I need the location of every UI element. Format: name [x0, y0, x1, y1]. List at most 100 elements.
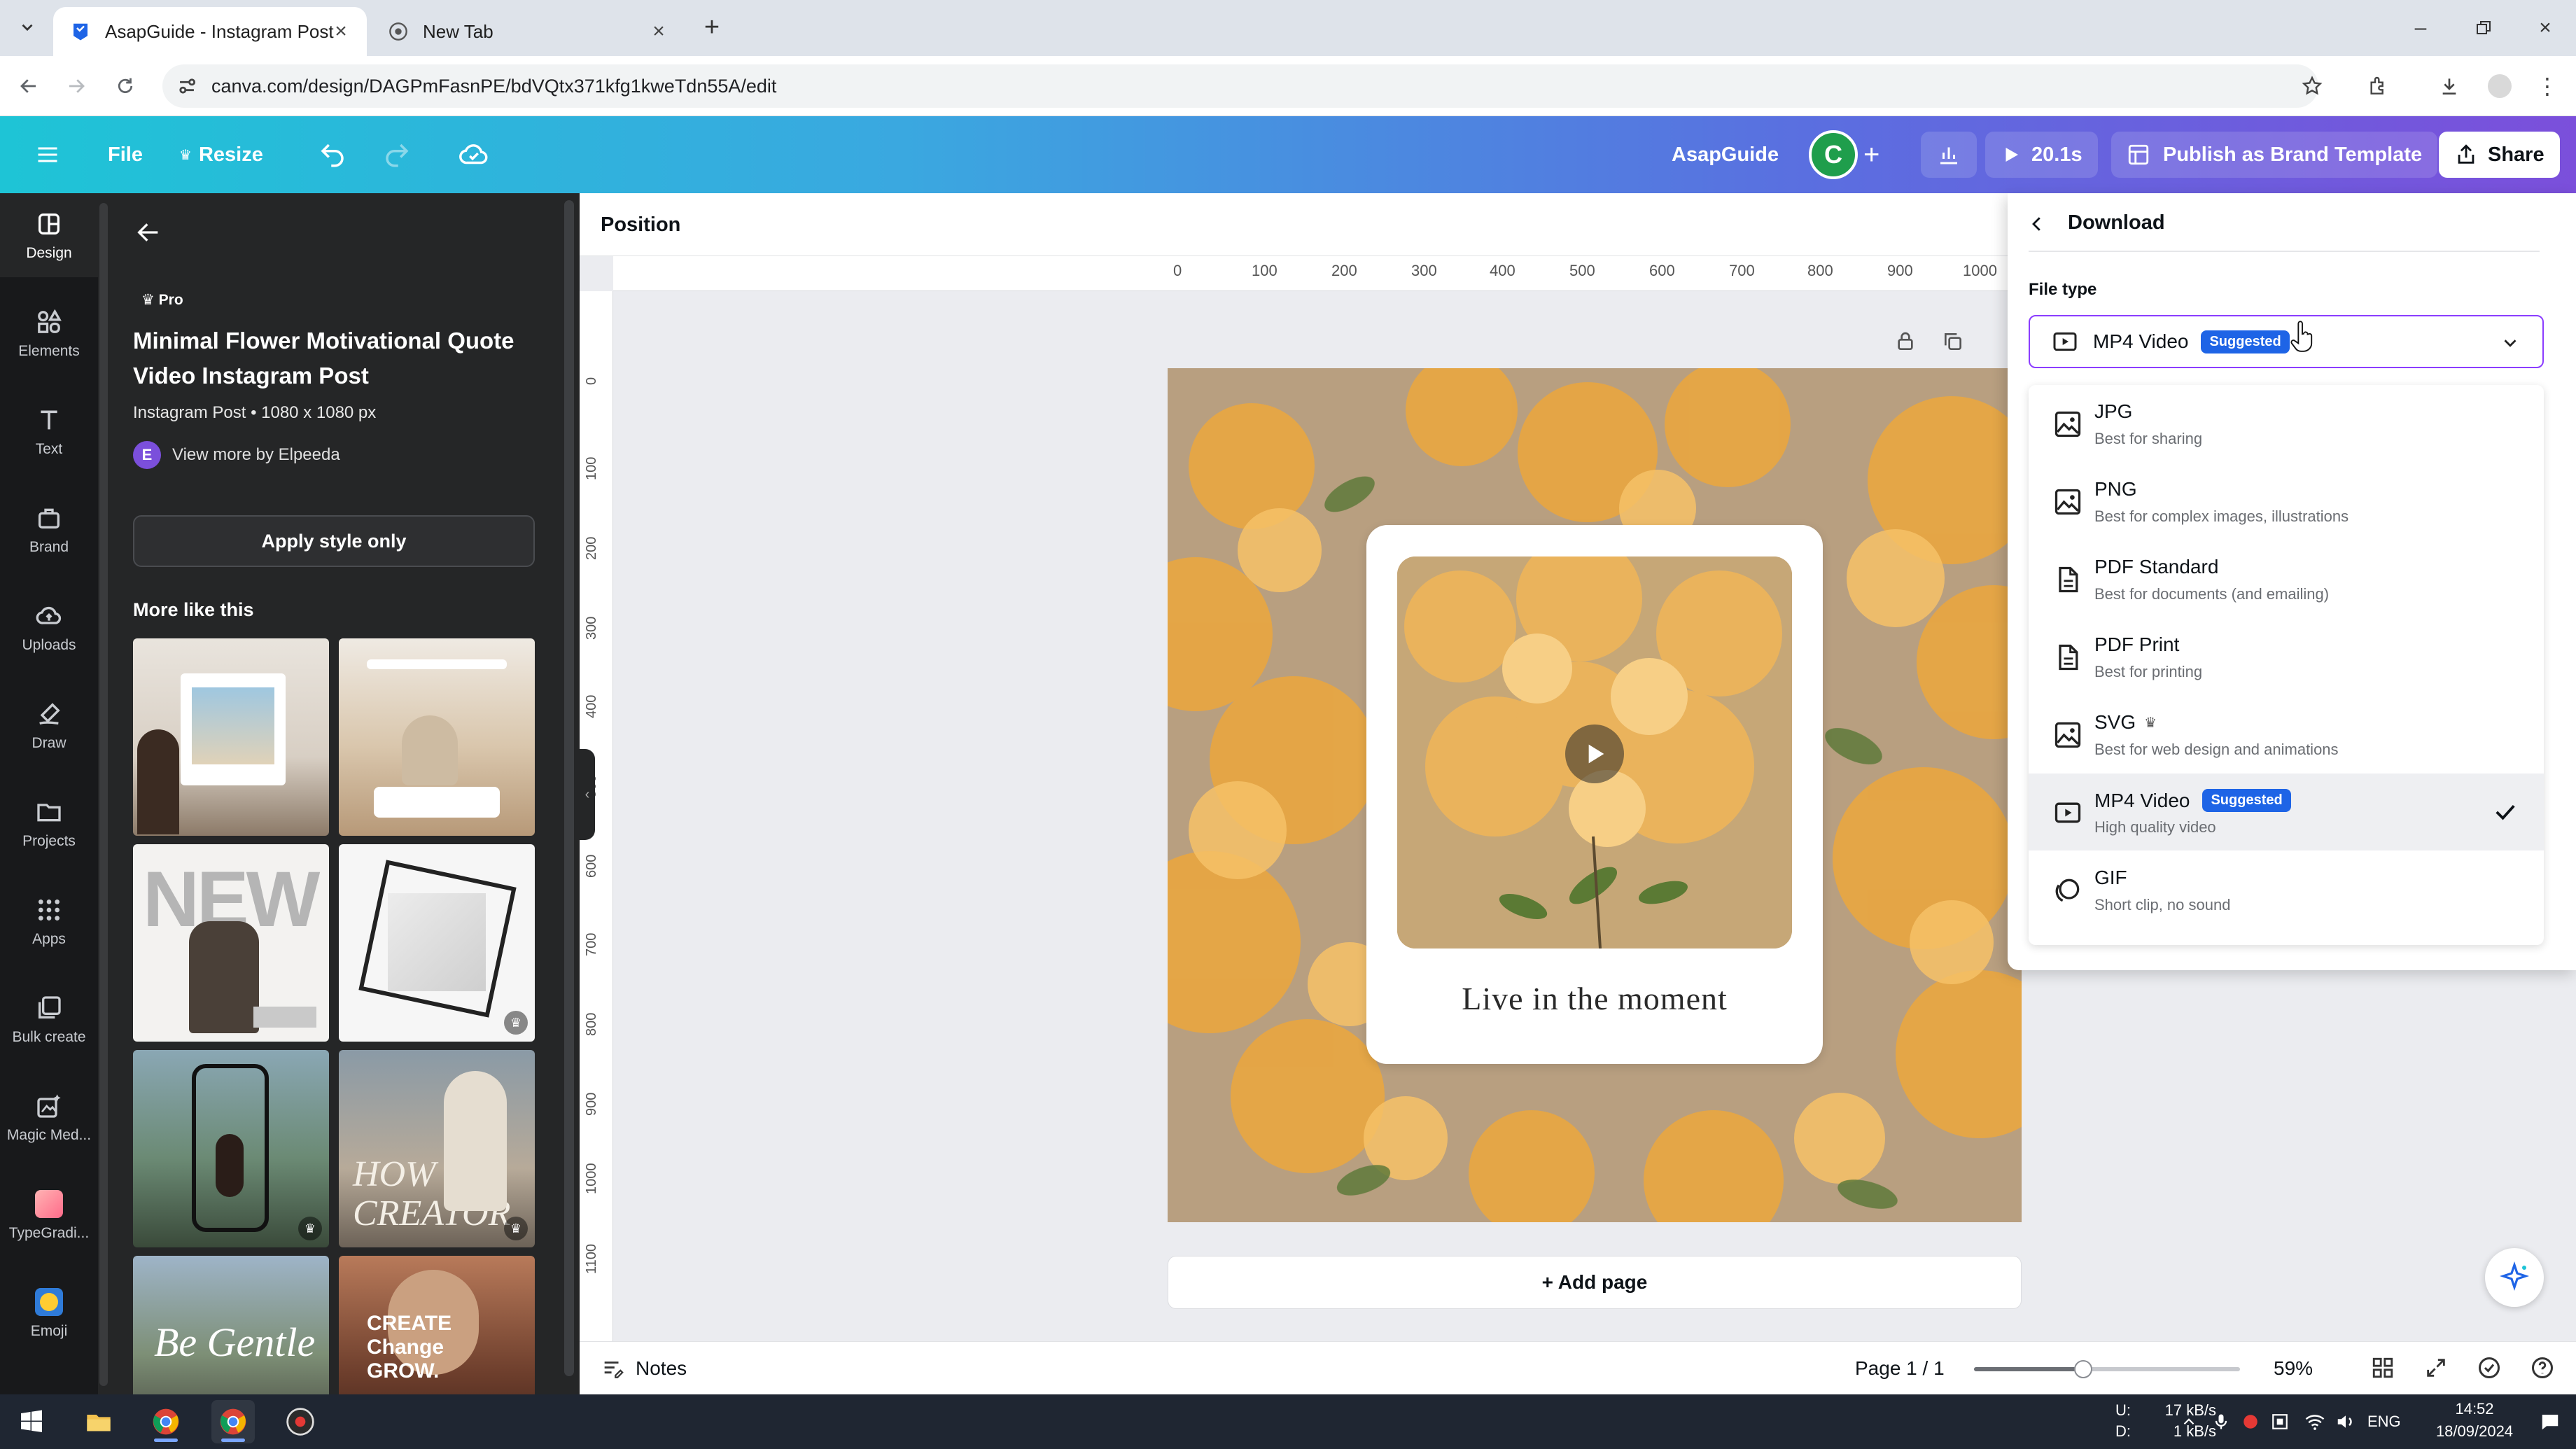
zoom-slider-handle[interactable] — [2073, 1360, 2092, 1378]
forward-arrow-icon[interactable] — [62, 71, 91, 101]
video-icon — [2051, 328, 2079, 356]
play-button[interactable]: 20.1s — [1985, 132, 2098, 178]
check-status-icon[interactable] — [2475, 1354, 2503, 1382]
share-button[interactable]: Share — [2439, 132, 2560, 178]
rail-item-brand[interactable]: Brand — [0, 487, 98, 571]
template-thumbnail[interactable]: NEW — [133, 844, 329, 1042]
file-menu[interactable]: File — [108, 116, 143, 193]
file-type-option-png[interactable]: PNG Best for complex images, illustratio… — [2029, 463, 2544, 540]
template-thumbnail[interactable]: ♛ — [339, 844, 535, 1042]
tab-close-icon[interactable]: × — [330, 21, 351, 42]
rail-item-draw[interactable]: Draw — [0, 683, 98, 767]
rail-item-emoji[interactable]: Emoji — [0, 1271, 98, 1355]
magic-assistant-icon[interactable] — [2485, 1248, 2544, 1307]
insights-button[interactable] — [1921, 132, 1977, 178]
minimize-icon[interactable]: – — [2405, 13, 2436, 43]
redo-icon[interactable] — [382, 116, 412, 193]
recorder-app-icon[interactable] — [279, 1400, 322, 1443]
panel-scrollbar[interactable] — [560, 193, 580, 1394]
download-divider — [2029, 251, 2540, 252]
add-page-button[interactable]: + Add page — [1168, 1256, 2022, 1309]
file-type-option-pdf-print[interactable]: PDF Print Best for printing — [2029, 618, 2544, 695]
position-button[interactable]: Position — [601, 193, 680, 256]
video-play-icon[interactable] — [1565, 724, 1624, 783]
site-info-icon[interactable] — [175, 74, 199, 98]
chrome-taskbar-icon[interactable] — [144, 1400, 188, 1443]
template-thumbnail[interactable] — [339, 638, 535, 836]
tab-asapguide[interactable]: AsapGuide - Instagram Post × — [53, 7, 367, 56]
add-collaborator-icon[interactable]: + — [1863, 116, 1879, 193]
download-back-icon[interactable] — [2023, 210, 2051, 238]
file-type-option-pdf-standard[interactable]: PDF Standard Best for documents (and ema… — [2029, 540, 2544, 617]
download-icon[interactable] — [2435, 71, 2464, 101]
fullscreen-icon[interactable] — [2422, 1354, 2450, 1382]
rail-item-elements[interactable]: Elements — [0, 291, 98, 375]
duplicate-page-icon[interactable] — [1939, 328, 1967, 356]
rail-item-design[interactable]: Design — [0, 193, 98, 277]
ruler-tick-label: 700 — [1729, 262, 1755, 279]
undo-icon[interactable] — [318, 116, 347, 193]
rail-item-projects[interactable]: Projects — [0, 781, 98, 865]
file-explorer-icon[interactable] — [77, 1400, 120, 1443]
new-tab-plus-icon[interactable]: + — [697, 13, 727, 42]
tab-close-icon[interactable]: × — [648, 21, 669, 42]
rail-item-magic-media[interactable]: Magic Med... — [0, 1075, 98, 1159]
restore-icon[interactable] — [2468, 13, 2499, 43]
rail-scrollbar[interactable] — [99, 203, 108, 1386]
help-icon[interactable] — [2528, 1354, 2556, 1382]
file-type-option-gif[interactable]: GIF Short clip, no sound — [2029, 851, 2544, 928]
address-bar[interactable]: canva.com/design/DAGPmFasnPE/bdVQtx371kf… — [162, 64, 2318, 108]
file-type-select[interactable]: MP4 Video Suggested — [2029, 315, 2544, 368]
input-language[interactable]: ENG — [2367, 1413, 2401, 1431]
template-thumbnail[interactable]: HOW TO CREATOR ♛ — [339, 1050, 535, 1247]
zoom-slider[interactable] — [1974, 1360, 2240, 1378]
rail-item-bulk-create[interactable]: Bulk create — [0, 977, 98, 1061]
file-type-option-jpg[interactable]: JPG Best for sharing — [2029, 385, 2544, 462]
grid-view-icon[interactable] — [2369, 1354, 2397, 1382]
panel-back-arrow-icon[interactable] — [134, 218, 165, 249]
file-type-option-svg[interactable]: SVG ♛ Best for web design and animations — [2029, 696, 2544, 773]
apply-style-button[interactable]: Apply style only — [133, 515, 535, 567]
user-avatar[interactable]: C — [1809, 130, 1858, 179]
clock-date[interactable]: 18/09/2024 — [2421, 1422, 2528, 1441]
chrome-taskbar-icon[interactable] — [211, 1400, 255, 1443]
team-name[interactable]: AsapGuide — [1672, 116, 1779, 193]
author-link[interactable]: E View more by Elpeeda — [133, 441, 340, 469]
bookmark-star-icon[interactable] — [2297, 71, 2327, 101]
cloud-saved-icon[interactable] — [458, 116, 490, 193]
profile-avatar-icon[interactable] — [2485, 71, 2514, 101]
template-thumbnail[interactable]: CREATE Change GROW. — [339, 1256, 535, 1394]
extensions-icon[interactable] — [2363, 71, 2393, 101]
notes-button[interactable]: Notes — [601, 1342, 687, 1395]
window-close-icon[interactable]: × — [2530, 13, 2561, 43]
volume-icon[interactable] — [2324, 1400, 2367, 1443]
hamburger-menu-icon[interactable] — [35, 116, 60, 193]
panel-scrollbar-thumb[interactable] — [564, 200, 574, 1376]
back-arrow-icon[interactable] — [14, 71, 43, 101]
template-thumbnail[interactable]: Be Gentle — [133, 1256, 329, 1394]
page-counter[interactable]: Page 1 / 1 — [1855, 1342, 1945, 1395]
template-thumbnail[interactable] — [133, 638, 329, 836]
zoom-percent[interactable]: 59% — [2274, 1342, 2313, 1395]
collapse-panel-handle[interactable]: ‹ — [580, 749, 595, 840]
resize-button[interactable]: ♛ Resize — [179, 116, 263, 193]
notifications-icon[interactable] — [2528, 1400, 2572, 1443]
quote-text[interactable]: Live in the moment — [1366, 980, 1823, 1017]
rail-item-apps[interactable]: Apps — [0, 879, 98, 963]
rail-item-uploads[interactable]: Uploads — [0, 585, 98, 669]
reload-icon[interactable] — [111, 71, 140, 101]
clock-time[interactable]: 14:52 — [2429, 1400, 2520, 1418]
browser-menu-icon[interactable]: ⋮ — [2533, 71, 2562, 101]
tab-new-tab[interactable]: New Tab × — [371, 7, 685, 56]
windows-start-icon[interactable] — [10, 1400, 53, 1443]
pro-crown-icon: ♛ — [2144, 715, 2157, 731]
rail-item-typegradient[interactable]: TypeGradi... — [0, 1173, 98, 1257]
rail-item-text[interactable]: Text — [0, 389, 98, 473]
template-thumbnail[interactable]: ♛ — [133, 1050, 329, 1247]
tray-overflow-icon[interactable] — [2167, 1400, 2211, 1443]
tab-search-icon[interactable] — [13, 13, 42, 42]
notes-label: Notes — [636, 1357, 687, 1379]
file-type-option-mp4[interactable]: MP4 Video Suggested High quality video — [2029, 774, 2544, 850]
publish-brand-template-button[interactable]: Publish as Brand Template — [2111, 132, 2438, 178]
lock-icon[interactable] — [1891, 328, 1919, 356]
